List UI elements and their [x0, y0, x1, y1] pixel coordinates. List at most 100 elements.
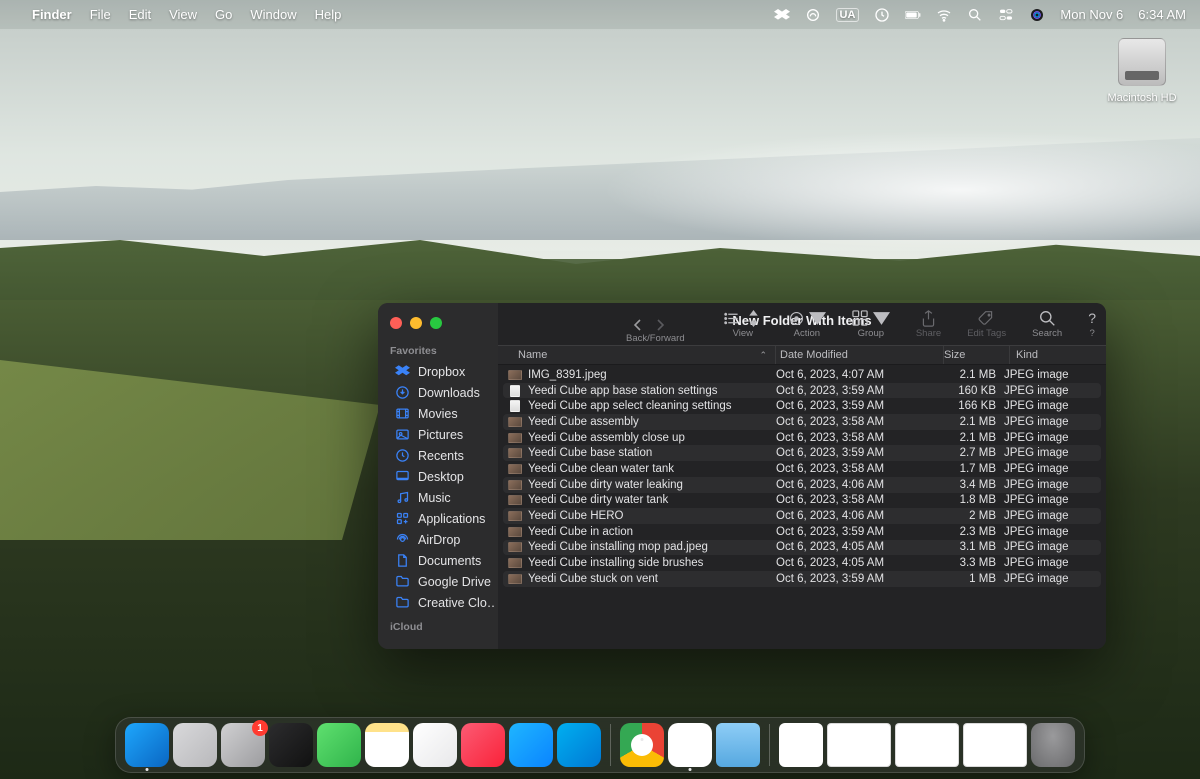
file-row[interactable]: Yeedi Cube dirty water leakingOct 6, 202… [503, 477, 1101, 493]
file-size: 1.7 MB [944, 463, 1004, 475]
sidebar-item-dropbox[interactable]: Dropbox [382, 361, 494, 382]
sidebar-item-label: Documents [418, 554, 481, 568]
file-row[interactable]: Yeedi Cube base stationOct 6, 2023, 3:59… [503, 445, 1101, 461]
close-button[interactable] [390, 317, 402, 329]
sidebar-item-label: Creative Clo… [418, 596, 494, 610]
forward-button[interactable] [650, 315, 670, 335]
file-name: Yeedi Cube in action [528, 526, 776, 538]
back-button[interactable] [628, 315, 648, 335]
file-thumb-icon [508, 370, 522, 380]
file-size: 1 MB [944, 573, 1004, 585]
battery-menulet-icon[interactable] [905, 7, 921, 23]
photo-icon [394, 427, 410, 443]
menubar-time[interactable]: 6:34 AM [1138, 7, 1186, 22]
file-row[interactable]: Yeedi Cube stuck on ventOct 6, 2023, 3:5… [503, 571, 1101, 587]
dock-slack[interactable] [668, 723, 712, 767]
dock-trash[interactable] [1031, 723, 1075, 767]
desktop-icon-macintosh-hd[interactable]: Macintosh HD [1106, 38, 1178, 104]
toolbar-tags[interactable]: Edit Tags [967, 309, 1006, 339]
dock-launchpad[interactable] [173, 723, 217, 767]
dock-music[interactable] [461, 723, 505, 767]
col-header-size[interactable]: Size [944, 346, 1010, 364]
file-row[interactable]: Yeedi Cube assemblyOct 6, 2023, 3:58 AM2… [503, 414, 1101, 430]
sidebar-item-google-drive[interactable]: Google Drive [382, 571, 494, 592]
zoom-button[interactable] [430, 317, 442, 329]
siri-menulet-icon[interactable] [1029, 7, 1045, 23]
file-size: 2.1 MB [944, 416, 1004, 428]
toolbar-help[interactable]: ? ? [1088, 309, 1096, 339]
sidebar-item-label: Recents [418, 449, 464, 463]
dock-freeform[interactable] [413, 723, 457, 767]
sidebar-item-documents[interactable]: Documents [382, 550, 494, 571]
menu-edit[interactable]: Edit [129, 7, 151, 22]
sidebar-item-movies[interactable]: Movies [382, 403, 494, 424]
file-row[interactable]: Yeedi Cube app select cleaning settingsO… [503, 398, 1101, 414]
dock-chrome[interactable] [620, 723, 664, 767]
file-row[interactable]: Yeedi Cube installing side brushesOct 6,… [503, 555, 1101, 571]
file-size: 3.1 MB [944, 541, 1004, 553]
dock-downloads-folder[interactable] [716, 723, 760, 767]
wifi-menulet-icon[interactable] [936, 7, 952, 23]
dropbox-menulet-icon[interactable] [774, 7, 790, 23]
menu-view[interactable]: View [169, 7, 197, 22]
file-size: 166 KB [944, 400, 1004, 412]
toolbar-view[interactable]: View [724, 309, 762, 339]
file-row[interactable]: Yeedi Cube dirty water tankOct 6, 2023, … [503, 493, 1101, 509]
dock-minimized-window[interactable] [963, 723, 1027, 767]
sidebar-item-airdrop[interactable]: AirDrop [382, 529, 494, 550]
file-row[interactable]: Yeedi Cube HEROOct 6, 2023, 4:06 AM2 MBJ… [503, 508, 1101, 524]
file-row[interactable]: Yeedi Cube assembly close upOct 6, 2023,… [503, 430, 1101, 446]
sidebar-item-label: Pictures [418, 428, 463, 442]
file-date: Oct 6, 2023, 3:59 AM [776, 526, 944, 538]
menu-file[interactable]: File [90, 7, 111, 22]
creative-cloud-menulet-icon[interactable] [805, 7, 821, 23]
sidebar-item-music[interactable]: Music [382, 487, 494, 508]
menubar-date[interactable]: Mon Nov 6 [1060, 7, 1123, 22]
minimize-button[interactable] [410, 317, 422, 329]
file-row[interactable]: Yeedi Cube clean water tankOct 6, 2023, … [503, 461, 1101, 477]
music-icon [394, 490, 410, 506]
finder-sidebar: Favorites DropboxDownloadsMoviesPictures… [378, 303, 498, 649]
file-row[interactable]: IMG_8391.jpegOct 6, 2023, 4:07 AM2.1 MBJ… [503, 367, 1101, 383]
file-name: Yeedi Cube installing mop pad.jpeg [528, 541, 776, 553]
toolbar-share[interactable]: Share [916, 309, 941, 339]
dock-mission-control[interactable] [269, 723, 313, 767]
dock-minimized-window[interactable] [895, 723, 959, 767]
file-row[interactable]: Yeedi Cube in actionOct 6, 2023, 3:59 AM… [503, 524, 1101, 540]
sidebar-item-downloads[interactable]: Downloads [382, 382, 494, 403]
control-center-menulet-icon[interactable] [998, 7, 1014, 23]
menu-help[interactable]: Help [315, 7, 342, 22]
sidebar-item-applications[interactable]: Applications [382, 508, 494, 529]
file-name: Yeedi Cube dirty water leaking [528, 479, 776, 491]
dock-notes[interactable] [365, 723, 409, 767]
file-row[interactable]: Yeedi Cube app base station settingsOct … [503, 383, 1101, 399]
dock-finder[interactable] [125, 723, 169, 767]
sidebar-item-pictures[interactable]: Pictures [382, 424, 494, 445]
toolbar-search[interactable]: Search [1032, 309, 1062, 339]
dock-skype[interactable] [557, 723, 601, 767]
spotlight-menulet-icon[interactable] [967, 7, 983, 23]
col-header-kind[interactable]: Kind [1010, 346, 1106, 364]
toolbar-action[interactable]: Action [788, 309, 826, 339]
col-header-date[interactable]: Date Modified [776, 346, 944, 364]
col-header-name[interactable]: Name⌃ [498, 346, 776, 364]
menu-window[interactable]: Window [250, 7, 296, 22]
hard-drive-icon [1118, 38, 1166, 86]
file-kind: JPEG image [1004, 432, 1098, 444]
dock-minimized-window[interactable] [827, 723, 891, 767]
dock-app-store[interactable] [509, 723, 553, 767]
toolbar-group[interactable]: Group [852, 309, 890, 339]
sidebar-item-recents[interactable]: Recents [382, 445, 494, 466]
dock-settings[interactable]: 1 [221, 723, 265, 767]
sidebar-item-desktop[interactable]: Desktop [382, 466, 494, 487]
menubar-app-name[interactable]: Finder [32, 7, 72, 22]
file-name: Yeedi Cube app base station settings [528, 385, 776, 397]
time-machine-menulet-icon[interactable] [874, 7, 890, 23]
sidebar-item-creative-clo-[interactable]: Creative Clo… [382, 592, 494, 613]
dock-textedit[interactable] [779, 723, 823, 767]
file-thumb-icon [508, 495, 522, 505]
menu-go[interactable]: Go [215, 7, 232, 22]
dock-messages[interactable] [317, 723, 361, 767]
input-source[interactable]: UA [836, 8, 860, 22]
file-row[interactable]: Yeedi Cube installing mop pad.jpegOct 6,… [503, 540, 1101, 556]
